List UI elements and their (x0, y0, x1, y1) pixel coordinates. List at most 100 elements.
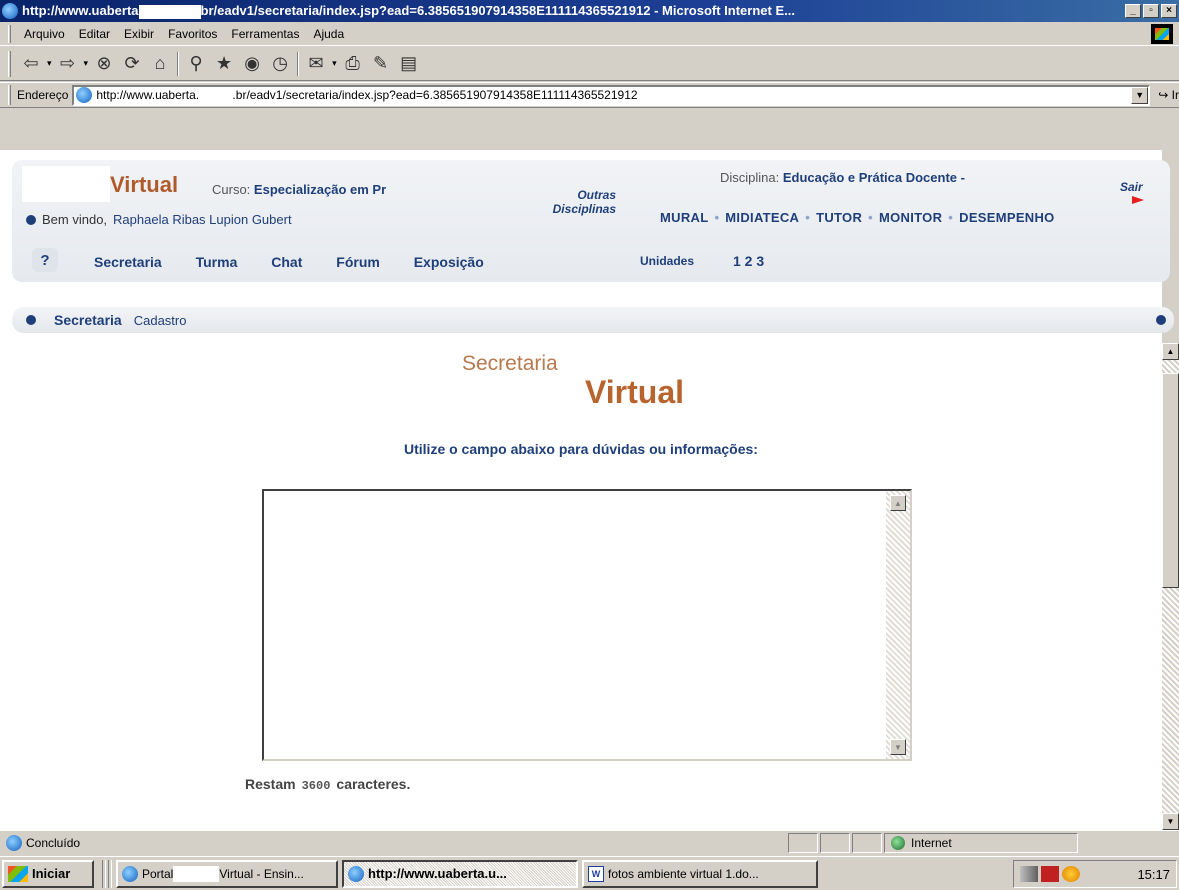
page-done-icon (6, 834, 22, 851)
close-button[interactable]: × (1161, 4, 1177, 18)
address-label: Endereço (17, 88, 69, 102)
breadcrumb-section[interactable]: Secretaria (54, 312, 122, 328)
forward-dropdown-icon[interactable]: ▾ (84, 58, 89, 69)
stop-icon[interactable]: ⊗ (91, 51, 117, 77)
scroll-up-icon[interactable]: ▲ (890, 495, 906, 511)
start-button[interactable]: Iniciar (2, 859, 94, 888)
tray-app-icon[interactable] (1041, 866, 1059, 882)
page-icon (76, 87, 93, 103)
scroll-down-icon[interactable]: ▼ (890, 739, 906, 755)
clock[interactable]: 15:17 (1137, 867, 1170, 882)
menu-editar[interactable]: Editar (72, 27, 117, 41)
network-icon[interactable] (1020, 866, 1038, 882)
page-title-small: Secretaria (462, 352, 558, 375)
nav-tutor[interactable]: TUTOR (816, 210, 862, 225)
menu-bar: Arquivo Editar Exibir Favoritos Ferramen… (0, 22, 1179, 46)
page-scrollbar[interactable]: ▲ ▼ (1162, 343, 1179, 830)
back-icon[interactable]: ⇦ (18, 51, 44, 77)
ie-icon (122, 865, 138, 882)
mail-icon[interactable]: ✉ (303, 51, 329, 77)
forward-icon[interactable]: ⇨ (55, 51, 81, 77)
address-url[interactable]: http://www.uaberta. .br/eadv1/secretaria… (96, 88, 637, 102)
status-text: Concluído (26, 835, 81, 850)
course-info: Curso: Especialização em Pr (212, 182, 387, 197)
help-button[interactable]: ? (32, 248, 58, 272)
breadcrumb: Secretaria Cadastro (12, 307, 1174, 333)
print-icon[interactable]: ⎙ (340, 51, 366, 77)
menu-exibir[interactable]: Exibir (117, 27, 161, 41)
refresh-icon[interactable]: ⟳ (119, 51, 145, 77)
textarea-scrollbar[interactable]: ▲ ▼ (886, 491, 910, 759)
favorites-icon[interactable]: ★ (211, 51, 237, 77)
ie-icon (2, 3, 18, 19)
word-document-icon: W (588, 865, 604, 882)
go-button[interactable]: ↪ Ir (1158, 88, 1179, 102)
char-count: 3600 (301, 779, 331, 793)
tab-turma[interactable]: Turma (196, 254, 238, 270)
menu-favoritos[interactable]: Favoritos (161, 27, 224, 41)
scroll-thumb[interactable] (1162, 373, 1179, 588)
user-name[interactable]: Raphaela Ribas Lupion Gubert (113, 212, 292, 227)
history-icon[interactable]: ◷ (267, 51, 293, 77)
breadcrumb-page: Cadastro (133, 312, 187, 328)
search-icon[interactable]: ⚲ (183, 51, 209, 77)
address-dropdown-icon[interactable]: ▼ (1131, 86, 1149, 104)
windows-flag-icon (1151, 24, 1173, 44)
taskbar-item-word[interactable]: Wfotos ambiente virtual 1.do... (582, 859, 818, 888)
tray-app-icon[interactable] (1062, 866, 1080, 882)
maximize-button[interactable]: ▫ (1143, 4, 1159, 18)
discipline-info: Disciplina: Educação e Prática Docente - (720, 170, 965, 185)
security-zone: Internet (884, 832, 1078, 853)
mail-dropdown-icon[interactable]: ▾ (332, 58, 337, 69)
units-label: Unidades (640, 254, 695, 268)
nav-monitor[interactable]: MONITOR (879, 210, 942, 225)
title-bar: http://www.uaberta br/eadv1/secretaria/in… (0, 0, 1179, 22)
menu-arquivo[interactable]: Arquivo (17, 27, 72, 41)
message-textarea-wrap: ▲ ▼ (262, 489, 912, 761)
tab-forum[interactable]: Fórum (336, 254, 380, 270)
minimize-button[interactable]: _ (1125, 4, 1141, 18)
instruction-text: Utilize o campo abaixo para dúvidas ou i… (404, 441, 758, 457)
media-icon[interactable]: ◉ (239, 51, 265, 77)
welcome-message: Bem vindo, Raphaela Ribas Lupion Gubert (26, 212, 292, 227)
windows-logo-icon (8, 865, 28, 882)
bullet-icon (1156, 315, 1166, 325)
browser-window: http://www.uaberta br/eadv1/secretaria/in… (0, 0, 1179, 890)
status-bar: Concluído Internet (0, 830, 1179, 854)
other-disciplines-link[interactable]: Outras Disciplinas (528, 188, 616, 216)
bullet-icon (26, 214, 36, 225)
address-bar: Endereço http://www.uaberta. .br/eadv1/s… (0, 82, 1179, 108)
tab-exposicao[interactable]: Exposição (414, 254, 484, 270)
nav-desempenho[interactable]: DESEMPENHO (959, 210, 1054, 225)
nav-mural[interactable]: MURAL (660, 210, 708, 225)
main-tabs: Secretaria Turma Chat Fórum Exposição (94, 254, 514, 270)
scroll-up-icon[interactable]: ▲ (1162, 343, 1179, 360)
tab-secretaria[interactable]: Secretaria (94, 254, 162, 270)
logout-link[interactable]: Sair (1120, 180, 1143, 194)
scroll-down-icon[interactable]: ▼ (1162, 813, 1179, 830)
system-tray: 15:17 (1013, 860, 1177, 888)
taskbar-item-portal[interactable]: Portal Virtual - Ensin... (116, 859, 338, 888)
home-icon[interactable]: ⌂ (147, 51, 173, 77)
menu-ajuda[interactable]: Ajuda (306, 27, 351, 41)
tab-chat[interactable]: Chat (271, 254, 302, 270)
internet-globe-icon (891, 835, 905, 850)
message-textarea[interactable] (264, 491, 886, 759)
page-title-big: Virtual (585, 374, 684, 410)
discipline-name: Educação e Prática Docente - (782, 170, 965, 185)
taskbar-item-browser[interactable]: http://www.uaberta.u... (342, 859, 578, 888)
course-name: Especialização em Pr (253, 182, 387, 197)
ie-icon (348, 865, 364, 882)
edit-icon[interactable]: ✎ (368, 51, 394, 77)
taskbar: Iniciar Portal Virtual - Ensin... http://… (0, 856, 1179, 890)
logo-redacted (22, 166, 110, 202)
units-links[interactable]: 1 2 3 (733, 253, 764, 269)
back-dropdown-icon[interactable]: ▾ (47, 58, 52, 69)
nav-midiateca[interactable]: MIDIATECA (725, 210, 799, 225)
logout-arrow-icon (1132, 196, 1144, 204)
menu-ferramentas[interactable]: Ferramentas (224, 27, 306, 41)
address-field[interactable]: http://www.uaberta. .br/eadv1/secretaria… (72, 84, 1151, 106)
char-counter: Restam 3600 caracteres. (245, 776, 411, 793)
site-brand: Virtual (110, 172, 179, 197)
discuss-icon[interactable]: ▤ (396, 51, 422, 77)
